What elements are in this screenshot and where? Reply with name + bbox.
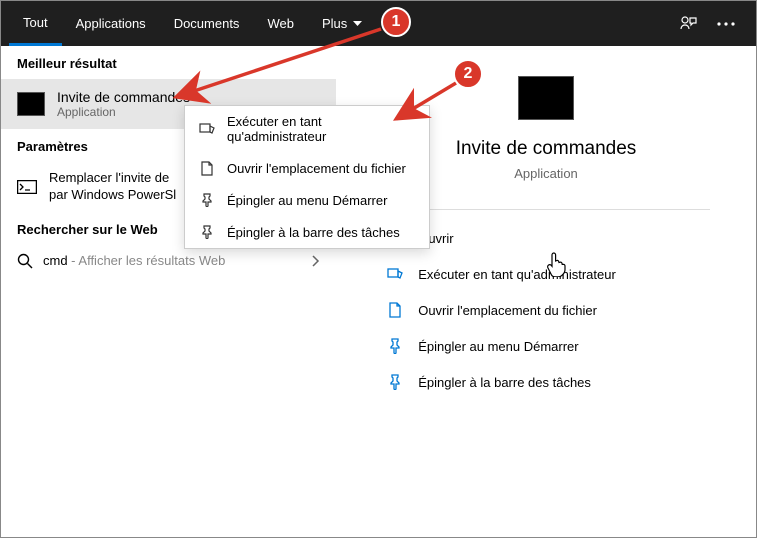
menu-open-location-label: Ouvrir l'emplacement du fichier	[227, 161, 406, 176]
menu-run-admin-label: Exécuter en tant qu'administrateur	[227, 114, 415, 144]
search-header: Tout Applications Documents Web Plus	[1, 1, 756, 46]
context-menu: Exécuter en tant qu'administrateur Ouvri…	[184, 105, 430, 249]
action-open-location-label: Ouvrir l'emplacement du fichier	[418, 303, 597, 318]
action-open-location[interactable]: Ouvrir l'emplacement du fichier	[382, 294, 710, 326]
preview-title: Invite de commandes	[456, 138, 637, 160]
pin-start-icon	[199, 192, 215, 208]
action-run-admin-label: Exécuter en tant qu'administrateur	[418, 267, 616, 282]
chevron-right-icon	[312, 255, 320, 267]
web-search-item[interactable]: cmd - Afficher les résultats Web	[1, 245, 336, 277]
feedback-icon[interactable]	[676, 12, 700, 36]
more-options-icon[interactable]	[714, 12, 738, 36]
preview-subtitle: Application	[514, 166, 578, 181]
menu-pin-start-label: Épingler au menu Démarrer	[227, 193, 387, 208]
terminal-icon	[17, 179, 37, 195]
action-pin-taskbar[interactable]: Épingler à la barre des tâches	[382, 366, 710, 398]
tab-docs-label: Documents	[174, 16, 240, 31]
folder-icon	[386, 301, 404, 319]
preview-app-icon	[518, 76, 574, 120]
best-match-subtitle: Application	[57, 105, 190, 119]
tab-applications[interactable]: Applications	[62, 1, 160, 46]
action-open[interactable]: Ouvrir	[382, 222, 710, 254]
setting-text: Remplacer l'invite depar Windows PowerSl	[49, 170, 176, 204]
shield-admin-icon	[199, 121, 215, 137]
web-search-text: cmd - Afficher les résultats Web	[43, 253, 225, 268]
action-pin-start-label: Épingler au menu Démarrer	[418, 339, 578, 354]
divider	[382, 209, 710, 210]
pin-taskbar-icon	[386, 373, 404, 391]
action-pin-start[interactable]: Épingler au menu Démarrer	[382, 330, 710, 362]
best-result-header: Meilleur résultat	[1, 46, 336, 79]
pin-start-icon	[386, 337, 404, 355]
tab-all-label: Tout	[23, 15, 48, 30]
best-match-title: Invite de commandes	[57, 89, 190, 105]
cmd-icon	[17, 92, 45, 116]
tab-documents[interactable]: Documents	[160, 1, 254, 46]
tab-web-label: Web	[267, 16, 294, 31]
tab-apps-label: Applications	[76, 16, 146, 31]
folder-icon	[199, 160, 215, 176]
hand-cursor-icon	[545, 251, 567, 277]
pin-taskbar-icon	[199, 224, 215, 240]
menu-pin-start[interactable]: Épingler au menu Démarrer	[185, 184, 429, 216]
menu-run-admin[interactable]: Exécuter en tant qu'administrateur	[185, 106, 429, 152]
action-pin-taskbar-label: Épingler à la barre des tâches	[418, 375, 591, 390]
chevron-down-icon	[353, 21, 362, 27]
tab-more[interactable]: Plus	[308, 1, 376, 46]
shield-admin-icon	[386, 265, 404, 283]
tab-all[interactable]: Tout	[9, 1, 62, 46]
annotation-step-2: 2	[453, 59, 483, 89]
annotation-step-1: 1	[381, 7, 411, 37]
menu-open-location[interactable]: Ouvrir l'emplacement du fichier	[185, 152, 429, 184]
search-icon	[17, 253, 33, 269]
tab-more-label: Plus	[322, 16, 347, 31]
menu-pin-taskbar[interactable]: Épingler à la barre des tâches	[185, 216, 429, 248]
menu-pin-taskbar-label: Épingler à la barre des tâches	[227, 225, 400, 240]
tab-web[interactable]: Web	[253, 1, 308, 46]
